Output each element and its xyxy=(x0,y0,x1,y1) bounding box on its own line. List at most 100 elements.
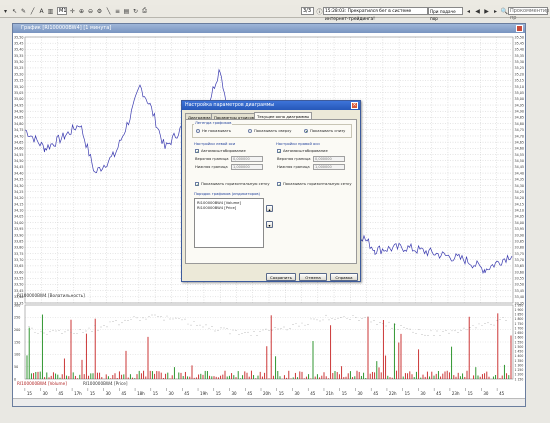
fibo-icon[interactable]: ≡ xyxy=(114,8,121,15)
time-axis: 15 30 45 17h 15 30 45 18h 15 30 45 19h 15 30 45 20h 15 30… xyxy=(24,388,505,396)
price-dot xyxy=(313,318,315,320)
price-dot xyxy=(388,321,390,323)
right-upper-input[interactable]: 0,000000 xyxy=(313,156,345,162)
price-dot xyxy=(61,333,63,334)
save-button[interactable]: Сохранить xyxy=(266,273,296,281)
y-tick-left: 200 xyxy=(14,328,20,332)
time-label: 21h xyxy=(326,391,334,396)
horizontal-scrollbar[interactable] xyxy=(13,398,525,406)
y-tick-right: 34,20 xyxy=(515,196,524,200)
time-label: 45 xyxy=(436,391,442,396)
left-upper-input[interactable]: 0,000000 xyxy=(231,156,263,162)
series-item-volume[interactable]: RI100000BW4 [Volume] xyxy=(197,201,241,205)
y-tick-left: 33,80 xyxy=(14,246,23,250)
y-tick-right: 35,25 xyxy=(515,66,524,70)
volume-chart[interactable]: 3002502001501005001 9501 9001 8501 8001 … xyxy=(13,303,525,387)
crosshair-icon[interactable]: ✛ xyxy=(69,8,76,15)
window-close-icon[interactable] xyxy=(516,25,523,32)
right-grid-checkbox[interactable]: ✓ xyxy=(277,182,281,187)
nav-last-icon[interactable]: ▸ xyxy=(492,8,499,15)
price-dot xyxy=(58,330,60,331)
zoom-in-icon[interactable]: ⊕ xyxy=(78,8,85,15)
table-icon[interactable]: ▤ xyxy=(123,8,130,15)
price-dot xyxy=(340,317,342,318)
dialog-close-icon[interactable]: × xyxy=(351,102,358,109)
y-tick-right: 34,90 xyxy=(515,110,524,114)
legend-top-radio[interactable] xyxy=(248,129,252,133)
time-label: 45 xyxy=(373,391,379,396)
nav-next-icon[interactable]: ▶ xyxy=(483,8,490,15)
right-lower-input[interactable]: 1,000000 xyxy=(313,164,345,170)
right-autoscale-checkbox[interactable]: ✓ xyxy=(277,149,281,154)
pencil-icon[interactable]: ✎ xyxy=(20,8,27,15)
series-item-price[interactable]: RI100000BW4 [Price] xyxy=(197,206,236,210)
price-dot xyxy=(280,328,282,330)
trend-icon[interactable]: ╲ xyxy=(105,8,112,15)
price-dot xyxy=(208,327,210,329)
price-dot xyxy=(43,332,45,334)
price-dot xyxy=(331,318,333,319)
price-dot xyxy=(64,331,66,333)
time-label: 15 xyxy=(27,391,33,396)
time-label: 45 xyxy=(499,391,505,396)
y-tick-left: 33,50 xyxy=(14,283,23,287)
y-tick-right: 1 950 xyxy=(515,303,524,307)
help-button[interactable]: Справка xyxy=(330,273,358,281)
left-lower-input[interactable]: 1,000000 xyxy=(231,164,263,170)
zoom-out-icon[interactable]: ⊖ xyxy=(87,8,94,15)
nav-first-icon[interactable]: ◂ xyxy=(465,8,472,15)
price-dot xyxy=(442,330,444,332)
right-lower-label: Нижняя граница xyxy=(277,165,310,169)
text-tool-icon[interactable]: A xyxy=(38,8,45,15)
y-tick-left: 34,00 xyxy=(14,221,23,225)
left-grid-checkbox[interactable]: ✓ xyxy=(195,182,199,187)
settings-icon[interactable]: ⚙ xyxy=(96,8,103,15)
period-select[interactable]: M1 xyxy=(57,7,67,15)
time-label: 30 xyxy=(169,391,175,396)
nav-prev-icon[interactable]: ◀ xyxy=(474,8,481,15)
price-dot xyxy=(418,329,420,331)
move-up-button[interactable]: ▴ xyxy=(266,205,273,212)
chart-type-icon[interactable]: ▥ xyxy=(47,8,54,15)
price-dot xyxy=(202,326,204,328)
y-tick-right: 34,95 xyxy=(515,103,524,107)
y-tick-right: 33,75 xyxy=(515,252,524,256)
legend-hide-radio[interactable] xyxy=(196,129,200,133)
y-tick-right: 33,85 xyxy=(515,239,524,243)
y-tick-left: 35,25 xyxy=(14,66,23,70)
search-icon[interactable]: 🔍 xyxy=(501,8,508,15)
search-input[interactable]: Прокомментир пр xyxy=(508,7,549,21)
y-tick-left: 34,75 xyxy=(14,128,23,132)
price-dot xyxy=(262,329,264,331)
price-dot xyxy=(283,326,285,328)
cursor-icon[interactable]: ▾ xyxy=(2,8,9,15)
price-dot xyxy=(286,329,288,331)
left-autoscale-checkbox[interactable]: ✓ xyxy=(195,149,199,154)
price-dot xyxy=(121,322,123,324)
legend-bottom-label: Показывать снизу xyxy=(310,128,346,133)
price-dot xyxy=(226,328,228,329)
time-label: 19h xyxy=(200,391,208,396)
price-dot xyxy=(79,329,81,330)
y-tick-right: 34,70 xyxy=(515,134,524,138)
line-tool-icon[interactable]: ╱ xyxy=(29,8,36,15)
move-down-button[interactable]: ▾ xyxy=(266,221,273,228)
refresh-icon[interactable]: ↻ xyxy=(132,8,139,15)
series-list[interactable]: RI100000BW4 [Volume] RI100000BW4 [Price] xyxy=(194,198,264,248)
info-icon[interactable]: ⓘ xyxy=(316,8,323,16)
price-dot xyxy=(73,333,75,334)
price-dot xyxy=(28,326,30,327)
left-autoscale-label: Автомасштабирование xyxy=(201,148,246,153)
y-tick-right: 1 300 xyxy=(515,363,524,367)
legend-bottom-radio[interactable] xyxy=(304,129,308,133)
price-dot xyxy=(49,331,51,333)
price-dot xyxy=(322,319,324,321)
print-icon[interactable]: ⎙ xyxy=(141,7,148,15)
price-dot xyxy=(148,316,150,318)
y-tick-right: 33,65 xyxy=(515,264,524,268)
time-label: 20h xyxy=(263,391,271,396)
price-dot xyxy=(55,330,57,332)
cancel-button[interactable]: Отмена xyxy=(299,273,327,281)
pointer-icon[interactable]: ↖ xyxy=(11,8,18,15)
y-tick-right: 33,55 xyxy=(515,277,524,281)
